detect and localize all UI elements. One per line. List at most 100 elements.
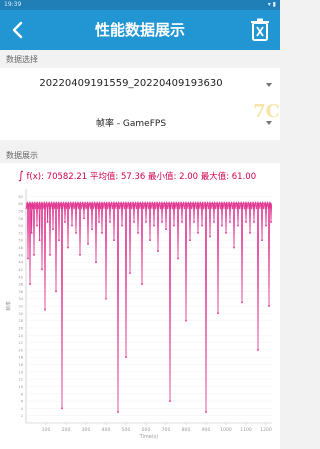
fps-series-band: [25, 201, 273, 210]
data-point: [117, 411, 119, 413]
data-point: [83, 217, 85, 220]
data-point: [157, 250, 159, 252]
data-point: [79, 254, 81, 256]
data-point: [33, 254, 35, 256]
fps-series-line: [26, 203, 272, 413]
data-point: [237, 224, 239, 227]
x-tick-label: 100: [42, 427, 51, 433]
y-tick-label: 26: [18, 326, 23, 330]
y-tick-label: 54: [18, 224, 23, 228]
x-tick-label: 1200: [260, 427, 272, 433]
y-tick-label: 6: [21, 400, 24, 404]
data-point: [205, 411, 207, 413]
x-tick-label: 800: [182, 427, 191, 433]
record-dropdown-value: 20220409191559_20220409193630: [39, 78, 223, 89]
metric-dropdown[interactable]: 7C 帧率 - GameFPS: [0, 100, 280, 140]
data-point: [137, 232, 139, 234]
data-point: [257, 349, 259, 351]
y-tick-label: 14: [18, 370, 23, 374]
data-point: [149, 239, 151, 241]
data-point: [217, 312, 219, 315]
data-point: [61, 407, 63, 410]
y-tick-label: 32: [18, 305, 23, 309]
data-display-label: 数据展示: [6, 151, 38, 160]
metric-dropdown-value: 帧率 - GameFPS: [95, 119, 167, 129]
x-tick-label: 200: [62, 427, 71, 433]
data-point: [27, 257, 29, 260]
data-point: [125, 356, 127, 358]
back-button[interactable]: [6, 18, 30, 42]
y-tick-label: 58: [18, 209, 23, 213]
record-dropdown[interactable]: 20220409191559_20220409193630: [0, 68, 280, 100]
data-point: [241, 301, 243, 304]
y-tick-label: 22: [18, 341, 23, 345]
data-point: [41, 268, 43, 271]
y-tick-label: 38: [18, 283, 23, 287]
data-point: [71, 224, 73, 227]
data-point: [181, 221, 183, 223]
data-point: [189, 239, 191, 241]
y-tick-label: 30: [18, 312, 23, 316]
x-tick-label: 500: [122, 427, 131, 433]
y-tick-label: 18: [18, 356, 23, 360]
y-tick-label: 62: [18, 195, 23, 199]
data-point: [58, 239, 60, 241]
data-point: [245, 221, 247, 223]
data-point: [105, 297, 107, 300]
data-point: [249, 232, 251, 234]
data-point: [233, 246, 235, 249]
y-tick-label: 2: [21, 414, 23, 418]
page-title: 性能数据展示: [94, 21, 185, 39]
data-point: [213, 221, 215, 223]
data-point: [30, 232, 33, 234]
x-tick-label: 1100: [240, 427, 252, 433]
y-tick-label: 34: [18, 297, 23, 301]
data-point: [75, 232, 77, 234]
x-tick-label: 400: [102, 427, 111, 433]
data-point: [268, 305, 270, 307]
data-select-label: 数据选择: [6, 55, 38, 64]
data-point: [52, 228, 54, 231]
data-point: [185, 319, 187, 322]
x-tick-label: 900: [202, 427, 211, 433]
data-point: [133, 221, 135, 223]
data-point: [87, 243, 89, 245]
y-tick-label: 48: [18, 246, 23, 250]
y-tick-label: 46: [18, 253, 23, 257]
data-point: [46, 221, 49, 223]
chevron-down-icon: [266, 121, 272, 125]
fps-line-chart: 2468101214161820222426283032343638404244…: [5, 189, 273, 440]
data-point: [193, 221, 195, 223]
x-tick-label: 300: [82, 427, 91, 433]
data-point: [98, 221, 100, 223]
data-point: [101, 232, 103, 234]
y-tick-label: 4: [21, 407, 24, 411]
data-point: [141, 283, 143, 285]
y-tick-label: 20: [18, 348, 23, 352]
x-tick-label: 600: [142, 427, 151, 433]
data-point: [265, 224, 267, 227]
data-point: [121, 224, 123, 227]
y-tick-label: 10: [18, 385, 23, 389]
y-tick-label: 60: [18, 202, 23, 206]
status-bar: 19:39 ▾ ▮: [0, 0, 280, 10]
data-point: [44, 308, 46, 311]
status-time: 19:39: [4, 1, 22, 8]
y-axis-label: 帧率: [5, 301, 12, 311]
y-tick-label: 8: [21, 392, 24, 396]
data-point: [270, 221, 272, 223]
delete-button[interactable]: [248, 17, 272, 43]
data-point: [153, 224, 155, 227]
trash-icon: [251, 18, 269, 41]
y-tick-label: 52: [18, 231, 23, 235]
y-tick-label: 24: [18, 334, 23, 338]
data-point: [225, 232, 227, 234]
y-tick-label: 50: [18, 239, 23, 243]
data-point: [229, 221, 231, 223]
data-point: [38, 239, 41, 241]
data-point: [197, 232, 199, 234]
app-bar: 性能数据展示: [0, 10, 280, 50]
data-point: [145, 221, 147, 223]
x-tick-label: 700: [162, 427, 171, 433]
y-tick-label: 56: [18, 217, 23, 221]
